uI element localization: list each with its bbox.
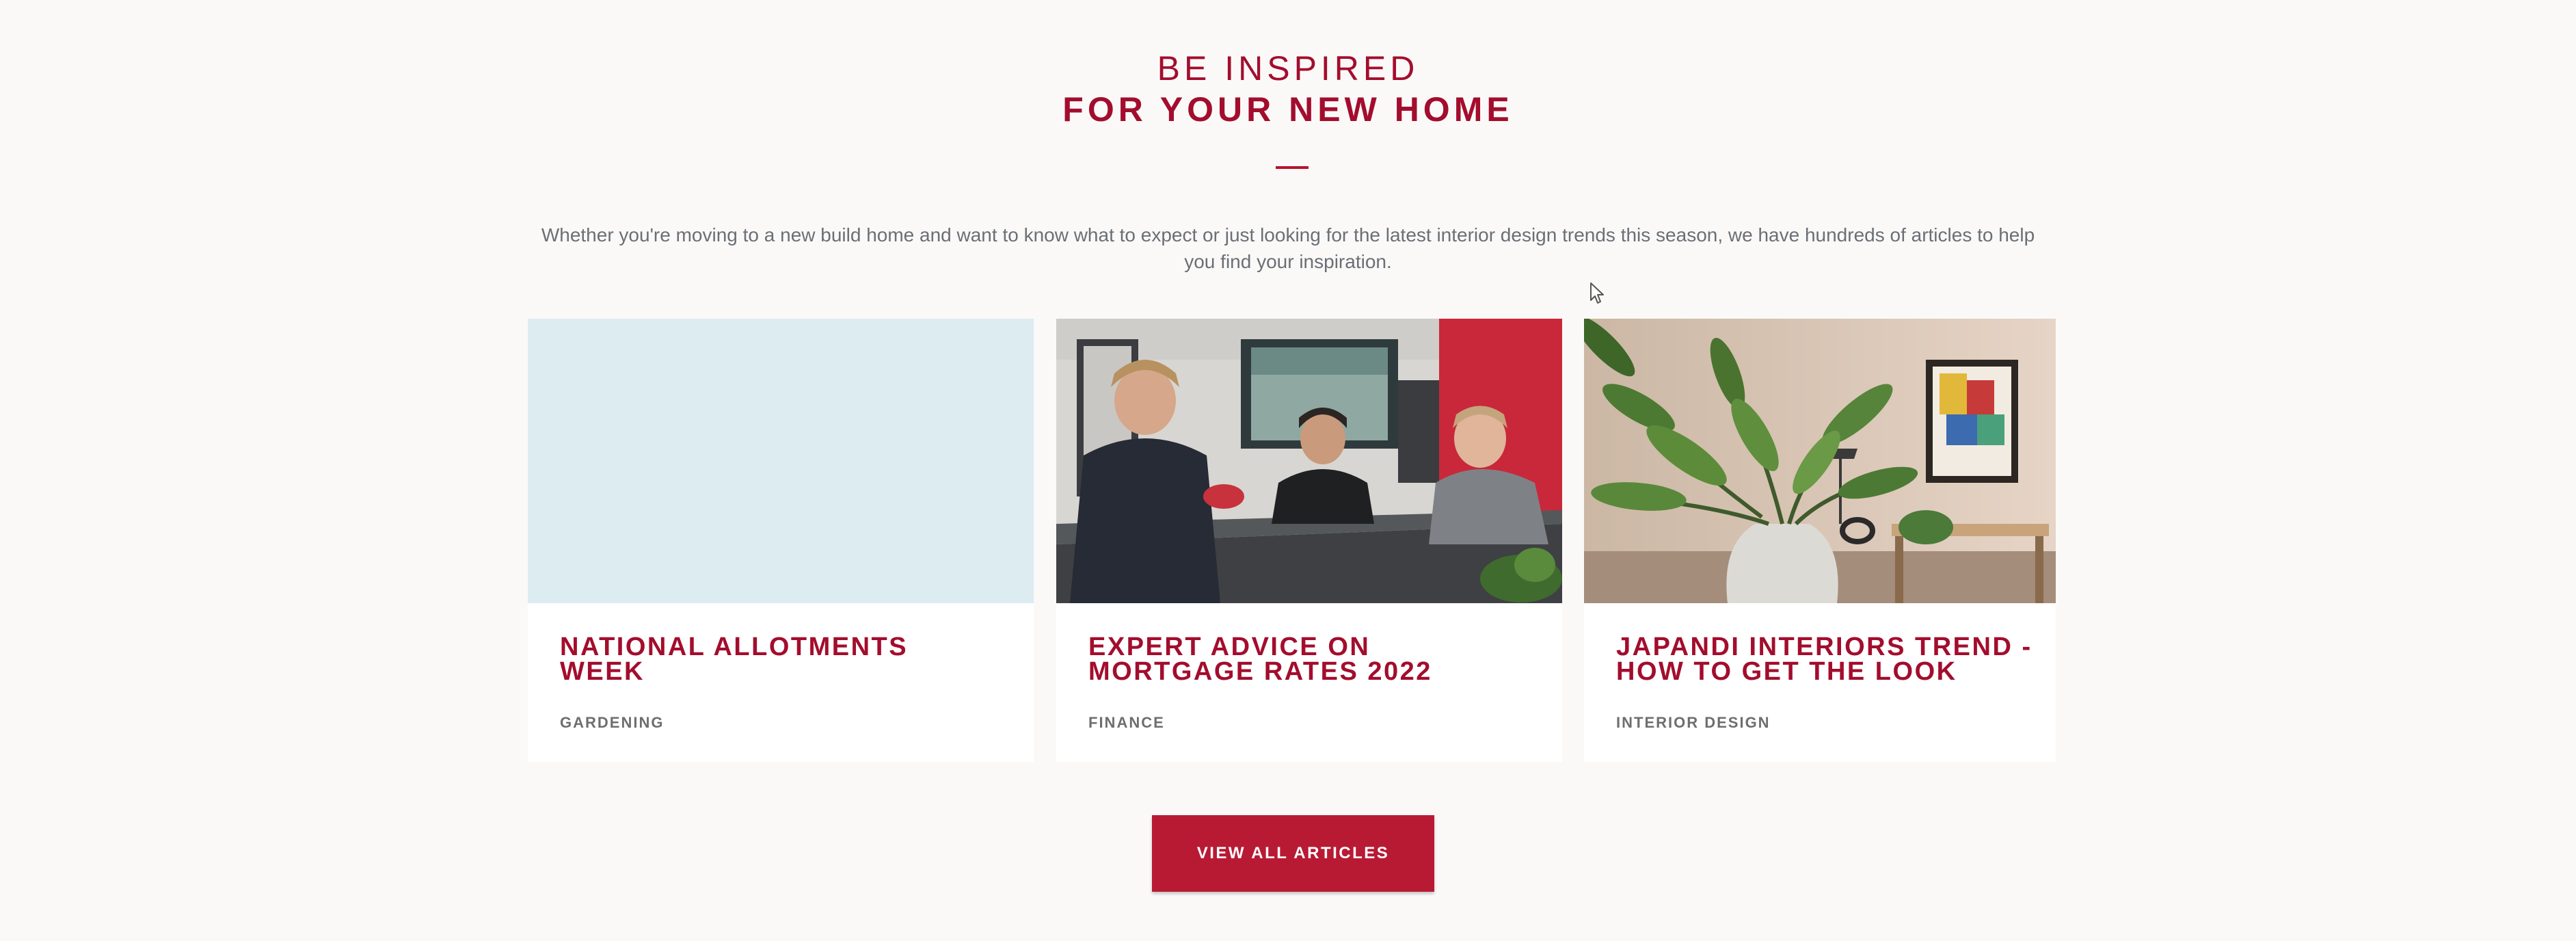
heading-pre: BE INSPIRED xyxy=(1157,49,1419,88)
article-card[interactable]: NATIONAL ALLOTMENTS WEEK GARDENING xyxy=(528,319,1034,762)
meeting-room-photo xyxy=(1056,319,1562,603)
article-image-interior[interactable] xyxy=(1584,319,2056,603)
mouse-cursor-icon xyxy=(1590,282,1604,304)
article-category: INTERIOR DESIGN xyxy=(1616,714,1771,731)
article-category: GARDENING xyxy=(560,714,665,731)
section-heading: BE INSPIRED FOR YOUR NEW HOME xyxy=(0,48,2576,130)
article-card[interactable]: JAPANDI INTERIORS TREND - HOW TO GET THE… xyxy=(1584,319,2056,762)
article-image-meeting[interactable] xyxy=(1056,319,1562,603)
inspiration-section: BE INSPIRED FOR YOUR NEW HOME Whether yo… xyxy=(0,0,2576,941)
heading-divider xyxy=(1276,166,1309,169)
heading-main: FOR YOUR NEW HOME xyxy=(1062,90,1514,129)
article-image-placeholder[interactable] xyxy=(528,319,1034,603)
interior-plant-photo xyxy=(1584,319,2056,603)
article-category: FINANCE xyxy=(1088,714,1165,731)
view-all-articles-button[interactable]: VIEW ALL ARTICLES xyxy=(1152,815,1434,892)
article-title[interactable]: NATIONAL ALLOTMENTS WEEK xyxy=(560,634,984,685)
article-title[interactable]: EXPERT ADVICE ON MORTGAGE RATES 2022 xyxy=(1088,634,1512,685)
article-title[interactable]: JAPANDI INTERIORS TREND - HOW TO GET THE… xyxy=(1616,634,2040,685)
article-card[interactable]: EXPERT ADVICE ON MORTGAGE RATES 2022 FIN… xyxy=(1056,319,1562,762)
intro-text: Whether you're moving to a new build hom… xyxy=(541,224,2035,272)
